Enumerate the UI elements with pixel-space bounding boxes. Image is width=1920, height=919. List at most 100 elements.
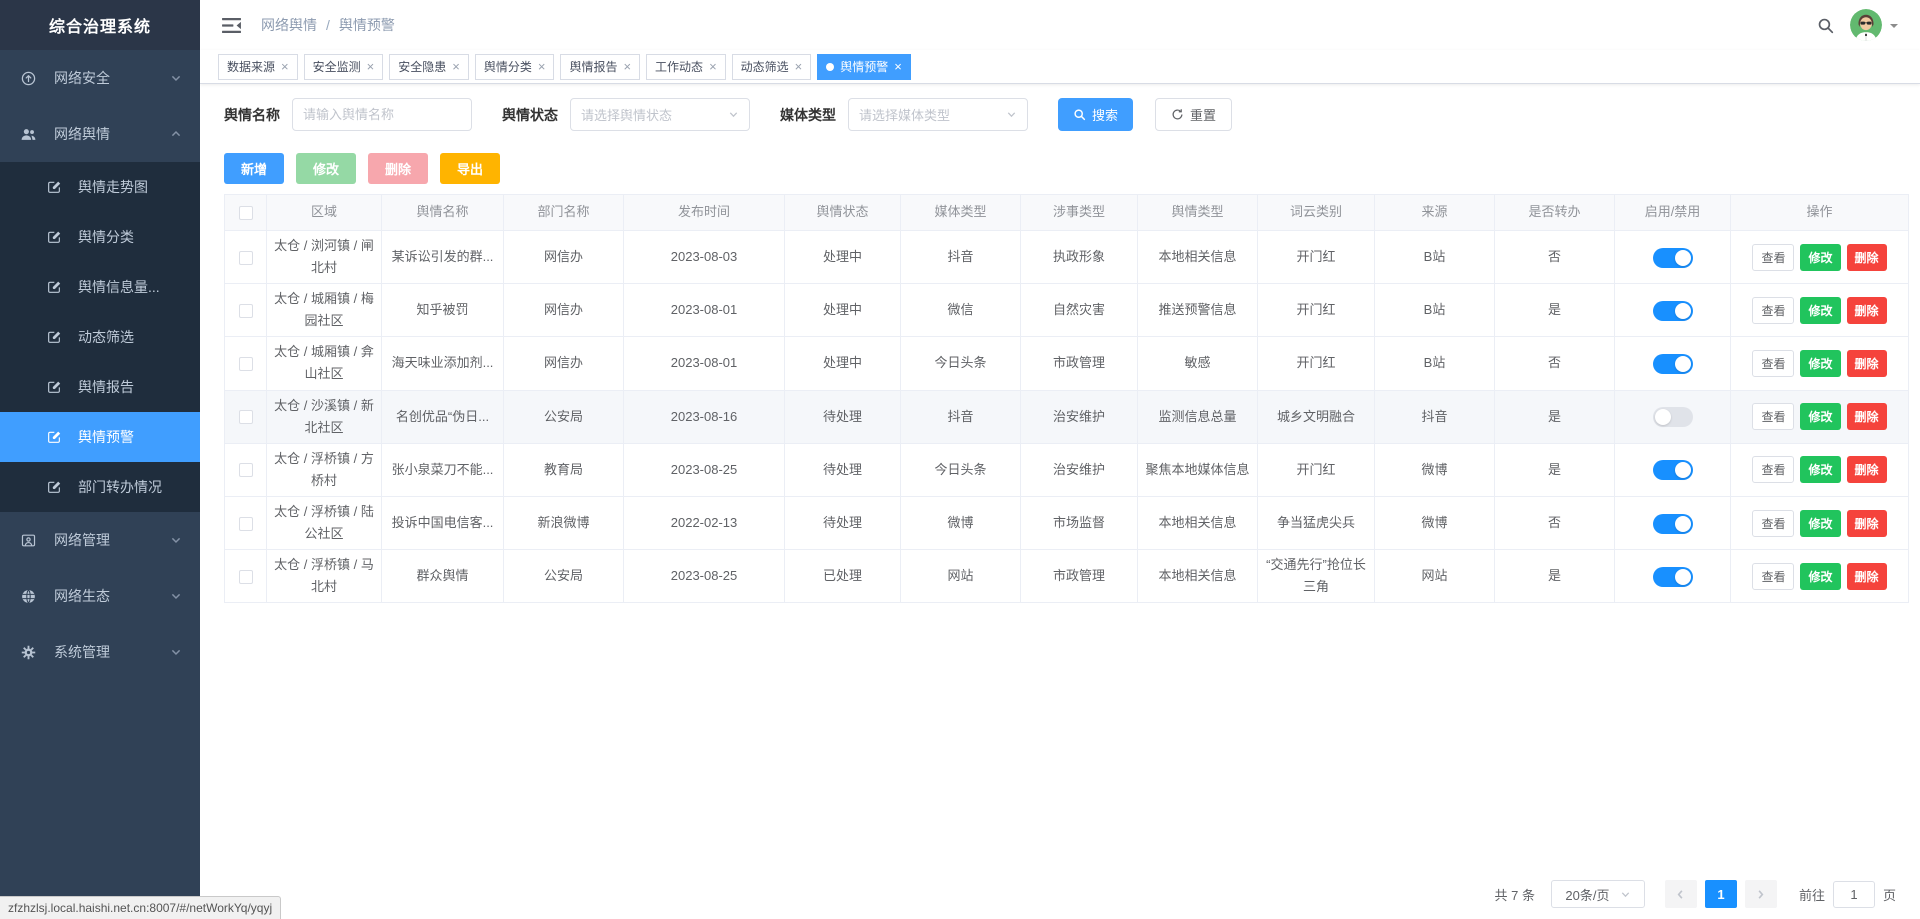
pen-square-icon xyxy=(46,429,68,445)
close-icon[interactable]: × xyxy=(367,60,375,73)
enable-toggle[interactable] xyxy=(1652,300,1693,321)
add-button[interactable]: 新增 xyxy=(224,153,284,184)
sidebar-item[interactable]: 网络管理 xyxy=(0,512,200,568)
sidebar-item[interactable]: 网络舆情 xyxy=(0,106,200,162)
close-icon[interactable]: × xyxy=(281,60,289,73)
delete-row-button[interactable]: 删除 xyxy=(1846,456,1887,484)
delete-row-button[interactable]: 删除 xyxy=(1846,349,1887,377)
tab-item[interactable]: 动态筛选 × xyxy=(731,53,812,80)
enable-toggle[interactable] xyxy=(1652,566,1693,587)
sidebar-item[interactable]: 网络生态 xyxy=(0,568,200,624)
status-filter-select[interactable]: 请选择舆情状态 xyxy=(570,98,750,131)
close-icon[interactable]: × xyxy=(538,60,546,73)
select-all-header xyxy=(224,194,267,231)
tab-item[interactable]: 舆情分类 × xyxy=(474,53,555,80)
edit-row-button[interactable]: 修改 xyxy=(1800,509,1841,537)
row-checkbox[interactable] xyxy=(238,463,253,478)
tab-item[interactable]: 安全监测 × xyxy=(303,53,384,80)
view-button[interactable]: 查看 xyxy=(1752,456,1795,484)
close-icon[interactable]: × xyxy=(795,60,803,73)
hamburger-icon[interactable] xyxy=(222,17,241,34)
enable-toggle[interactable] xyxy=(1652,460,1693,481)
sidebar-subitem[interactable]: 舆情分类 xyxy=(0,212,200,262)
view-button[interactable]: 查看 xyxy=(1752,403,1795,431)
sidebar-item-label: 网络管理 xyxy=(54,532,110,548)
sidebar-subitem[interactable]: 舆情信息量... xyxy=(0,262,200,312)
close-icon[interactable]: × xyxy=(709,60,717,73)
edit-row-button[interactable]: 修改 xyxy=(1800,296,1841,324)
select-all-checkbox[interactable] xyxy=(238,206,253,221)
view-button[interactable]: 查看 xyxy=(1752,509,1795,537)
enable-toggle[interactable] xyxy=(1652,513,1693,534)
enable-toggle[interactable] xyxy=(1652,353,1693,374)
delete-button[interactable]: 删除 xyxy=(368,153,428,184)
data-table: 区域 舆情名称 部门名称 发布时间 舆情状态 媒体类型 涉事类型 舆情类型 词云类别 来源 是否转办… xyxy=(224,194,1909,604)
export-button[interactable]: 导出 xyxy=(440,153,500,184)
media-filter-label: 媒体类型 xyxy=(780,106,836,123)
current-page[interactable]: 1 xyxy=(1704,880,1737,908)
view-button[interactable]: 查看 xyxy=(1752,296,1795,324)
tab-item[interactable]: 舆情报告 × xyxy=(560,53,641,80)
delete-row-button[interactable]: 删除 xyxy=(1846,509,1887,537)
tab-item[interactable]: 安全隐患 × xyxy=(389,53,469,80)
sidebar-subitem[interactable]: 舆情走势图 xyxy=(0,162,200,212)
row-checkbox[interactable] xyxy=(238,569,253,584)
media-filter-select[interactable]: 请选择媒体类型 xyxy=(848,98,1028,131)
pen-square-icon xyxy=(46,329,68,345)
reset-button[interactable]: 重置 xyxy=(1155,98,1233,131)
breadcrumb-current: 舆情预警 xyxy=(338,17,395,33)
delete-row-button[interactable]: 删除 xyxy=(1846,243,1887,271)
search-button[interactable]: 搜索 xyxy=(1058,98,1134,131)
delete-row-button[interactable]: 删除 xyxy=(1846,403,1887,431)
sidebar-subitem[interactable]: 舆情预警 xyxy=(0,412,200,462)
row-checkbox[interactable] xyxy=(238,356,253,371)
cell-media: 抖音 xyxy=(900,229,1021,285)
goto-page-input[interactable] xyxy=(1832,880,1875,908)
cell-date: 2022-02-13 xyxy=(623,495,785,551)
sidebar-item[interactable]: 网络安全 xyxy=(0,50,200,106)
close-icon[interactable]: × xyxy=(452,60,460,73)
edit-row-button[interactable]: 修改 xyxy=(1800,456,1841,484)
delete-row-button[interactable]: 删除 xyxy=(1846,562,1887,590)
sidebar-item[interactable]: 系统管理 xyxy=(0,624,200,680)
next-page-button[interactable] xyxy=(1744,880,1777,908)
edit-row-button[interactable]: 修改 xyxy=(1800,562,1841,590)
row-checkbox[interactable] xyxy=(238,303,253,318)
cell-type: 本地相关信息 xyxy=(1137,229,1258,285)
cell-media: 今日头条 xyxy=(900,336,1021,391)
sidebar-subitem[interactable]: 舆情报告 xyxy=(0,362,200,412)
tab-item[interactable]: 数据来源 × xyxy=(218,53,298,80)
close-icon[interactable]: × xyxy=(623,60,631,73)
row-checkbox[interactable] xyxy=(238,516,253,531)
view-button[interactable]: 查看 xyxy=(1752,562,1795,590)
edit-button[interactable]: 修改 xyxy=(296,153,356,184)
view-button[interactable]: 查看 xyxy=(1752,243,1795,271)
avatar[interactable] xyxy=(1850,9,1882,41)
enable-toggle[interactable] xyxy=(1652,407,1693,428)
caret-down-icon[interactable] xyxy=(1890,24,1898,32)
sidebar-submenu: 舆情走势图 舆情分类 舆情信息量... 动态筛选 舆情报告 舆情预警 部门转办情况 xyxy=(0,162,200,512)
view-button[interactable]: 查看 xyxy=(1752,349,1795,377)
cloud-upload-icon xyxy=(20,70,44,87)
close-icon[interactable]: × xyxy=(894,60,902,73)
sidebar-subitem[interactable]: 动态筛选 xyxy=(0,312,200,362)
column-header: 词云类别 xyxy=(1257,194,1375,231)
edit-row-button[interactable]: 修改 xyxy=(1800,403,1841,431)
enable-toggle[interactable] xyxy=(1652,247,1693,268)
page-size-select[interactable]: 20条/页 xyxy=(1550,880,1645,908)
column-header: 操作 xyxy=(1730,194,1909,231)
table-row: 太仓 / 城厢镇 / 梅园社区 知乎被罚 网信办 2023-08-01 处理中 微信 自然灾… xyxy=(224,283,1909,338)
tab-item[interactable]: 舆情预警 × xyxy=(817,53,911,80)
name-filter-input[interactable] xyxy=(292,98,472,131)
row-checkbox[interactable] xyxy=(238,410,253,425)
search-icon[interactable] xyxy=(1817,17,1834,34)
cell-enable xyxy=(1614,389,1731,444)
sidebar-subitem[interactable]: 部门转办情况 xyxy=(0,462,200,512)
breadcrumb-parent[interactable]: 网络舆情 xyxy=(261,15,317,35)
tab-item[interactable]: 工作动态 × xyxy=(646,53,726,80)
row-checkbox[interactable] xyxy=(238,250,253,265)
prev-page-button[interactable] xyxy=(1664,880,1697,908)
edit-row-button[interactable]: 修改 xyxy=(1800,349,1841,377)
edit-row-button[interactable]: 修改 xyxy=(1800,243,1841,271)
delete-row-button[interactable]: 删除 xyxy=(1846,296,1887,324)
